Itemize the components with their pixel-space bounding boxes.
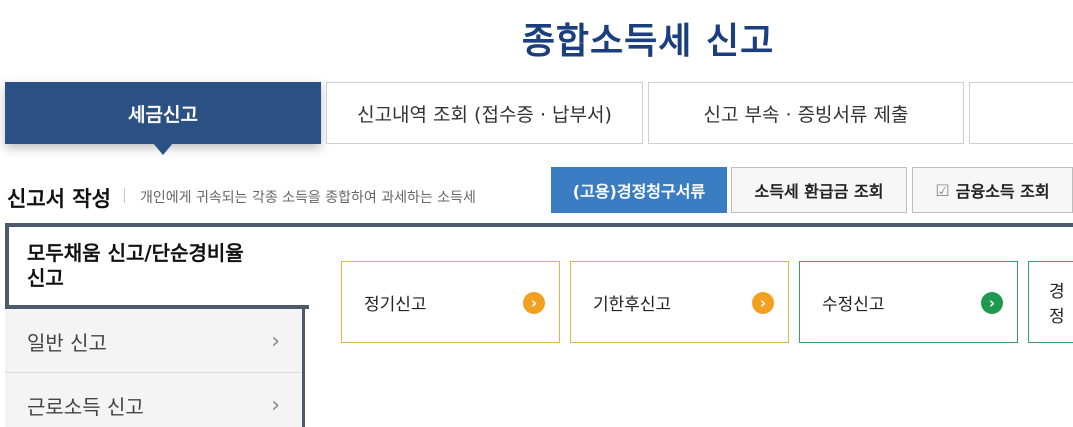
chevron-right-icon: › [271,328,280,354]
sidebar-item-label: 일반 신고 [27,330,107,355]
arrow-right-icon: › [523,292,545,314]
card-late-filing[interactable]: 기한후신고 › [570,261,789,343]
card-amended-filing[interactable]: 수정신고 › [799,261,1018,343]
refund-lookup-label: 소득세 환급금 조회 [754,182,884,201]
tab-more[interactable]: · [969,82,1073,144]
employment-claim-label: (고용)경정청구서류 [572,182,706,201]
card-label: 수정신고 [822,294,885,315]
sidebar-item-earned-income[interactable]: 근로소득 신고 › [5,373,305,427]
arrow-right-icon: › [981,292,1003,314]
employment-claim-button[interactable]: (고용)경정청구서류 [551,167,727,213]
tab-label: 신고내역 조회 (접수증 · 납부서) [357,103,612,126]
refund-lookup-button[interactable]: 소득세 환급금 조회 [731,167,907,213]
page-title: 종합소득세 신고 [521,21,775,62]
section-divider [124,188,125,203]
tab-filing-history[interactable]: 신고내역 조회 (접수증 · 납부서) [326,82,643,144]
checkbox-icon: ☑ [935,180,950,200]
main-tab-bar: 세금신고 신고내역 조회 (접수증 · 납부서) 신고 부속 · 증빙서류 제출… [5,82,1073,155]
financial-income-button[interactable]: ☑ 금융소득 조회 [912,167,1073,213]
card-correction-claim[interactable]: 경정 [1028,261,1073,343]
tab-label: 세금신고 [128,103,198,126]
filing-type-sidebar: 모두채움 신고/단순경비율 신고 일반 신고 › 근로소득 신고 › [5,223,309,427]
section-title: 신고서 작성 [7,187,111,211]
active-tab-caret [153,143,173,155]
sidebar-item-general[interactable]: 일반 신고 › [5,309,305,373]
section-description: 개인에게 귀속되는 각종 소득을 종합하여 과세하는 소득세 [140,190,476,206]
sidebar-item-prefilled[interactable]: 모두채움 신고/단순경비율 신고 [5,223,309,309]
tab-label: 신고 부속 · 증빙서류 제출 [703,103,909,126]
card-label: 정기신고 [364,294,427,315]
card-regular-filing[interactable]: 정기신고 › [341,261,560,343]
card-label: 기한후신고 [593,294,672,315]
sidebar-item-label: 근로소득 신고 [27,394,144,419]
sidebar-item-label: 모두채움 신고/단순경비율 신고 [27,241,244,290]
content-panel-border [303,223,1073,227]
chevron-right-icon: › [271,392,280,418]
arrow-right-icon: › [752,292,774,314]
tab-tax-filing[interactable]: 세금신고 [5,82,321,155]
card-label: 경정 [1049,282,1065,327]
financial-income-label: 금융소득 조회 [955,182,1050,201]
tab-supporting-documents[interactable]: 신고 부속 · 증빙서류 제출 [648,82,964,144]
